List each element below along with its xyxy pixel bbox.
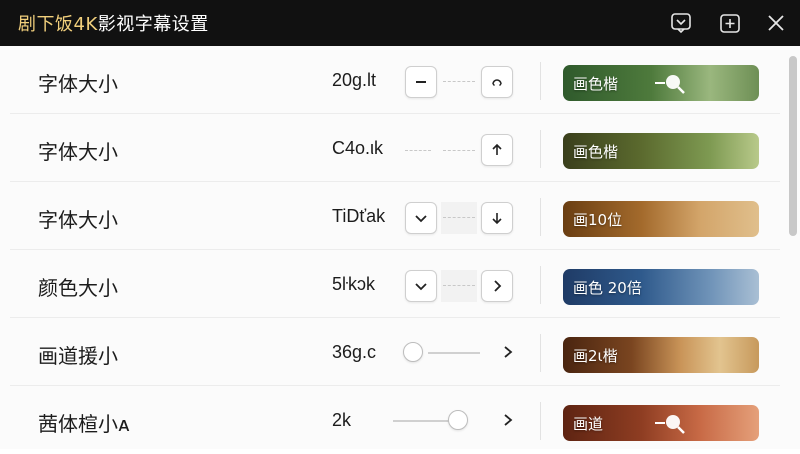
preview-swatch[interactable]: 画10位 — [563, 201, 759, 237]
row-divider — [540, 266, 541, 304]
slider-knob[interactable] — [448, 410, 468, 430]
setting-label: 颜色大小 — [38, 276, 118, 300]
decrease-button[interactable] — [405, 270, 437, 302]
decrease-button[interactable] — [405, 202, 437, 234]
close-icon — [768, 15, 784, 31]
stepper-dash — [443, 285, 475, 286]
preview-text: 画色 20倍 — [573, 279, 642, 297]
increase-button[interactable] — [481, 202, 513, 234]
preview-swatch[interactable]: 画2ι楷 — [563, 337, 759, 373]
feedback-button[interactable] — [669, 11, 693, 35]
stepper-track — [443, 81, 475, 82]
settings-panel: 字体大小 20g.lt 画色楷 字体大小 C4o.ιk 画色楷 字体大小 TiD… — [0, 46, 800, 449]
arrow-down-icon — [492, 213, 502, 225]
value-stepper — [405, 270, 515, 302]
slider-track[interactable] — [428, 352, 480, 354]
stepper-track — [441, 202, 477, 234]
stepper-track — [441, 270, 477, 302]
preview-text: 画道 — [573, 415, 604, 433]
minus-icon — [416, 81, 426, 83]
chevron-right-icon — [494, 280, 502, 292]
setting-row: 画道援小 36g.c 画2ι楷 — [10, 318, 780, 386]
preview-swatch[interactable]: 画色楷 — [563, 133, 759, 169]
chevron-right-icon[interactable] — [501, 412, 515, 428]
title-bar: 剧下饭4K影视字幕设置 — [0, 0, 800, 46]
setting-value: C4o.ιk — [332, 138, 384, 158]
setting-row: 字体大小 TiDťak 画10位 — [10, 182, 780, 250]
setting-label: 画道援小 — [38, 344, 118, 368]
chevron-down-icon — [415, 283, 427, 291]
increase-button[interactable] — [481, 270, 513, 302]
close-button[interactable] — [764, 11, 788, 35]
reset-button[interactable] — [481, 66, 513, 98]
window-title: 剧下饭4K影视字幕设置 — [18, 10, 209, 36]
setting-row: 字体大小 C4o.ιk 画色楷 — [10, 114, 780, 182]
row-divider — [540, 62, 541, 100]
stepper-track-left — [405, 150, 431, 151]
arrow-up-icon — [492, 143, 502, 155]
add-button[interactable] — [718, 11, 742, 35]
setting-row: 茜体楦小ᴀ 2k 画道 — [10, 386, 780, 454]
value-stepper — [405, 134, 515, 166]
preview-text: 画色楷 — [573, 143, 619, 161]
row-divider — [540, 198, 541, 236]
setting-value: 36g.c — [332, 342, 377, 362]
setting-label: 字体大小 — [38, 140, 118, 164]
app-brand: 剧下饭4K — [18, 14, 98, 35]
add-icon — [720, 14, 740, 33]
setting-value: TiDťak — [332, 206, 386, 226]
setting-value: 5ŀkɔk — [332, 274, 376, 294]
chevron-down-icon — [415, 215, 427, 223]
increase-button[interactable] — [481, 134, 513, 166]
window-title-text: 影视字幕设置 — [97, 14, 209, 35]
value-stepper — [405, 202, 515, 234]
setting-label: 茜体楦小ᴀ — [38, 412, 130, 436]
setting-label: 字体大小 — [38, 208, 118, 232]
rotate-icon — [492, 79, 502, 86]
preview-text: 画色楷 — [573, 75, 619, 93]
feedback-icon — [671, 13, 691, 34]
search-icon — [655, 75, 685, 94]
preview-swatch[interactable]: 画道 — [563, 405, 759, 441]
slider-track[interactable] — [393, 420, 449, 422]
decrease-button[interactable] — [405, 66, 437, 98]
setting-value: 2k — [332, 410, 352, 430]
search-icon — [655, 415, 685, 434]
slider-knob[interactable] — [403, 342, 423, 362]
row-divider — [540, 334, 541, 372]
preview-swatch[interactable]: 画色楷 — [563, 65, 759, 101]
value-stepper — [405, 66, 515, 98]
stepper-dash — [443, 217, 475, 218]
row-divider — [540, 130, 541, 168]
preview-text: 画2ι楷 — [573, 347, 618, 365]
setting-label: 字体大小 — [38, 72, 118, 96]
scrollbar[interactable] — [789, 56, 797, 236]
setting-value: 20g.lt — [332, 70, 377, 90]
stepper-track — [443, 150, 475, 151]
chevron-right-icon[interactable] — [501, 344, 515, 360]
row-divider — [540, 402, 541, 440]
setting-row: 颜色大小 5ŀkɔk 画色 20倍 — [10, 250, 780, 318]
preview-swatch[interactable]: 画色 20倍 — [563, 269, 759, 305]
setting-row: 字体大小 20g.lt 画色楷 — [10, 46, 780, 114]
preview-text: 画10位 — [573, 211, 623, 229]
